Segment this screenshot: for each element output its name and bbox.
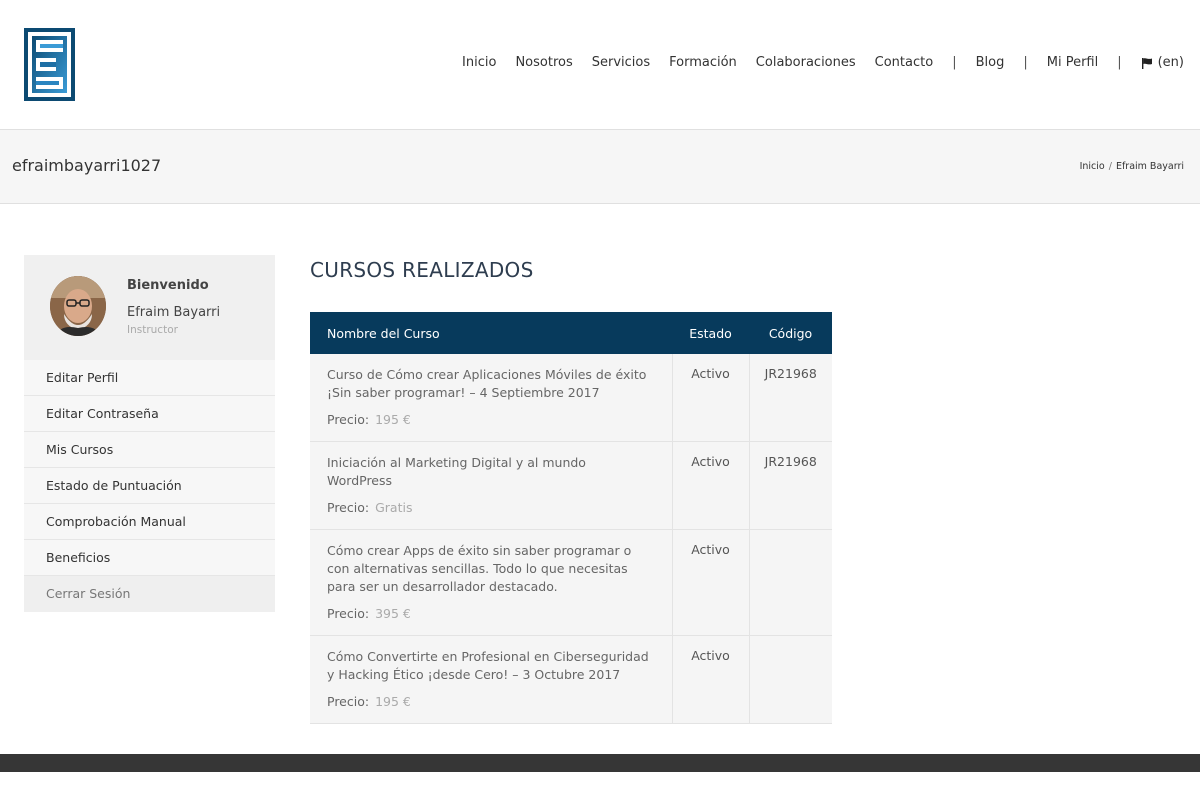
logout-button[interactable]: Cerrar Sesión	[24, 576, 275, 612]
profile-sidebar: Bienvenido Efraim Bayarri Instructor Edi…	[24, 255, 275, 612]
column-header-status: Estado	[672, 312, 749, 354]
page-title: efraimbayarri1027	[12, 156, 162, 175]
price-value: Gratis	[375, 500, 413, 515]
course-name[interactable]: Curso de Cómo crear Aplicaciones Móviles…	[327, 366, 652, 402]
column-header-code: Código	[749, 312, 832, 354]
language-label: (en)	[1157, 55, 1184, 70]
sidebar-item-editar-perfil[interactable]: Editar Perfil	[24, 360, 275, 396]
profile-card: Bienvenido Efraim Bayarri Instructor	[24, 255, 275, 360]
breadcrumb-link-inicio[interactable]: Inicio	[1080, 161, 1105, 172]
course-status: Activo	[671, 441, 749, 530]
course-name[interactable]: Cómo crear Apps de éxito sin saber progr…	[327, 542, 652, 596]
course-name[interactable]: Cómo Convertirte en Profesional en Ciber…	[327, 648, 652, 684]
course-price: Precio: Gratis	[327, 499, 652, 517]
main-nav: Inicio Nosotros Servicios Formación Cola…	[443, 55, 1184, 70]
course-code	[748, 635, 832, 724]
course-code: JR21968	[748, 354, 832, 442]
course-cell: Iniciación al Marketing Digital y al mun…	[310, 441, 672, 530]
flag-icon	[1141, 57, 1152, 69]
course-price: Precio: 195 €	[327, 693, 652, 711]
section-title: CURSOS REALIZADOS	[310, 258, 534, 282]
nav-item-contacto[interactable]: Contacto	[875, 55, 934, 70]
user-role: Instructor	[127, 324, 178, 336]
course-name[interactable]: Iniciación al Marketing Digital y al mun…	[327, 454, 652, 490]
nav-separator: |	[1117, 55, 1122, 70]
nav-item-colaboraciones[interactable]: Colaboraciones	[756, 55, 856, 70]
welcome-heading: Bienvenido	[127, 278, 209, 293]
course-cell: Cómo crear Apps de éxito sin saber progr…	[310, 529, 672, 636]
sidebar-item-editar-contrasena[interactable]: Editar Contraseña	[24, 396, 275, 432]
stacked-brackets-logo-icon[interactable]	[24, 28, 75, 101]
course-status: Activo	[671, 635, 749, 724]
site-header: Inicio Nosotros Servicios Formación Cola…	[0, 0, 1200, 130]
user-name: Efraim Bayarri	[127, 305, 221, 320]
table-row: Iniciación al Marketing Digital y al mun…	[310, 441, 832, 530]
nav-separator: |	[952, 55, 957, 70]
table-row: Cómo Convertirte en Profesional en Ciber…	[310, 635, 832, 724]
nav-separator: |	[1023, 55, 1028, 70]
breadcrumb-separator: /	[1108, 161, 1112, 172]
sidebar-item-beneficios[interactable]: Beneficios	[24, 540, 275, 576]
nav-item-formacion[interactable]: Formación	[669, 55, 737, 70]
table-row: Cómo crear Apps de éxito sin saber progr…	[310, 529, 832, 636]
column-header-course-name: Nombre del Curso	[310, 312, 672, 354]
sidebar-item-comprobacion-manual[interactable]: Comprobación Manual	[24, 504, 275, 540]
course-code	[748, 529, 832, 636]
nav-item-mi-perfil[interactable]: Mi Perfil	[1047, 55, 1098, 70]
price-label: Precio:	[327, 694, 370, 709]
price-value: 195 €	[375, 694, 411, 709]
avatar-image	[50, 276, 106, 336]
nav-item-servicios[interactable]: Servicios	[592, 55, 650, 70]
table-header-row: Nombre del Curso Estado Código	[310, 312, 832, 354]
breadcrumb: Inicio / Efraim Bayarri	[1080, 161, 1184, 172]
page-title-bar: efraimbayarri1027 Inicio / Efraim Bayarri	[0, 130, 1200, 204]
course-status: Activo	[671, 354, 749, 442]
course-cell: Cómo Convertirte en Profesional en Ciber…	[310, 635, 672, 724]
courses-table: Nombre del Curso Estado Código Curso de …	[310, 312, 832, 724]
course-code: JR21968	[748, 441, 832, 530]
course-price: Precio: 195 €	[327, 411, 652, 429]
site-footer	[0, 754, 1200, 772]
nav-item-blog[interactable]: Blog	[976, 55, 1005, 70]
breadcrumb-current: Efraim Bayarri	[1115, 161, 1184, 172]
nav-item-nosotros[interactable]: Nosotros	[515, 55, 572, 70]
price-label: Precio:	[327, 412, 370, 427]
price-label: Precio:	[327, 500, 370, 515]
table-row: Curso de Cómo crear Aplicaciones Móviles…	[310, 354, 832, 442]
course-status: Activo	[671, 529, 749, 636]
nav-item-inicio[interactable]: Inicio	[462, 55, 496, 70]
avatar	[50, 276, 106, 336]
sidebar-item-mis-cursos[interactable]: Mis Cursos	[24, 432, 275, 468]
language-switcher[interactable]: (en)	[1141, 55, 1184, 70]
sidebar-item-estado-puntuacion[interactable]: Estado de Puntuación	[24, 468, 275, 504]
price-value: 195 €	[375, 412, 411, 427]
course-cell: Curso de Cómo crear Aplicaciones Móviles…	[310, 354, 672, 442]
course-price: Precio: 395 €	[327, 605, 652, 623]
price-value: 395 €	[375, 606, 411, 621]
price-label: Precio:	[327, 606, 370, 621]
